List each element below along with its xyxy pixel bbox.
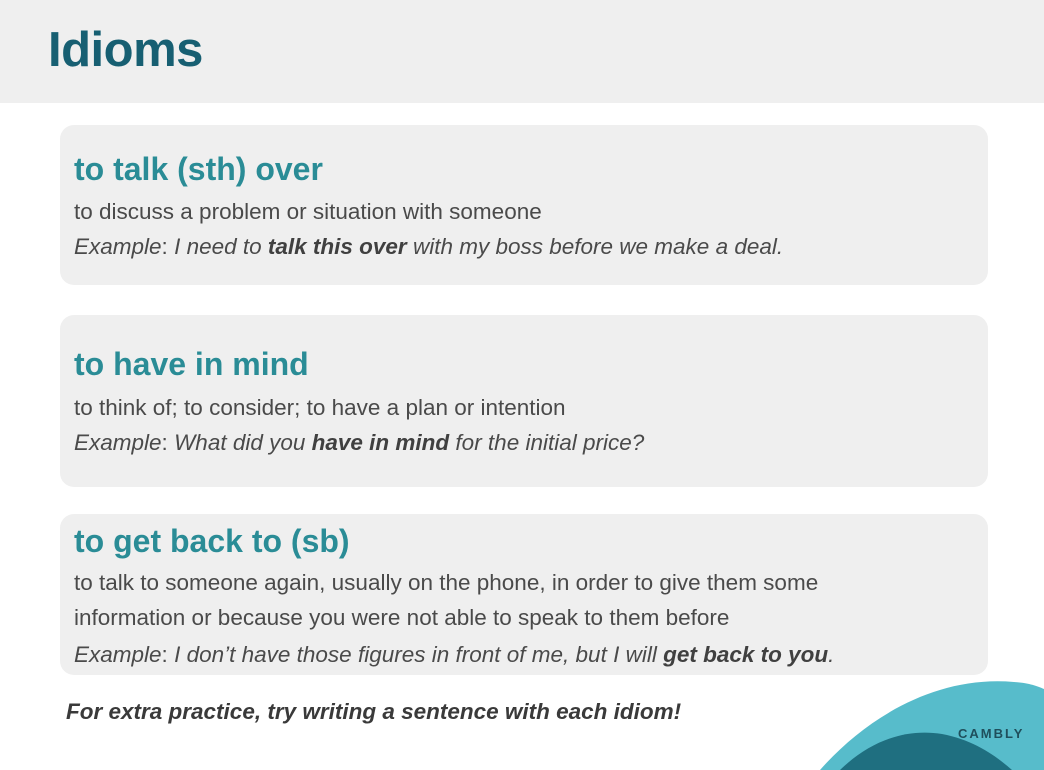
- example-label: Example: [74, 430, 162, 455]
- idiom-example: Example: I need to talk this over with m…: [74, 234, 784, 259]
- example-emphasis: talk this over: [267, 234, 407, 259]
- example-label: Example: [74, 234, 162, 259]
- idiom-example: Example: What did you have in mind for t…: [74, 430, 645, 455]
- example-label: Example: [74, 642, 162, 667]
- brand-wave-decoration: [820, 681, 1044, 770]
- brand-logo: CAMBLY: [958, 726, 1025, 741]
- example-emphasis: get back to you: [663, 642, 829, 667]
- example-text-before: I need to: [174, 234, 268, 259]
- idiom-card: to have in mind to think of; to consider…: [60, 315, 988, 487]
- idiom-card: to talk (sth) over to discuss a problem …: [60, 125, 988, 285]
- idiom-definition: to talk to someone again, usually on the…: [74, 565, 974, 635]
- idiom-term: to get back to (sb): [74, 523, 350, 559]
- idiom-term: to talk (sth) over: [74, 151, 323, 187]
- idiom-term: to have in mind: [74, 346, 309, 382]
- example-text-after: .: [828, 642, 835, 667]
- example-text-after: with my boss before we make a deal.: [406, 234, 784, 259]
- example-text-before: I don’t have those figures in front of m…: [174, 642, 664, 667]
- idiom-definition: to discuss a problem or situation with s…: [74, 199, 542, 224]
- example-text-after: for the initial price?: [449, 430, 645, 455]
- idiom-card: to get back to (sb) to talk to someone a…: [60, 514, 988, 675]
- idiom-definition-line: to talk to someone again, usually on the…: [74, 570, 819, 595]
- practice-note: For extra practice, try writing a senten…: [66, 699, 682, 724]
- slide: Idioms to talk (sth) over to discuss a p…: [0, 0, 1044, 770]
- idiom-example: Example: I don’t have those figures in f…: [74, 642, 835, 667]
- example-text-before: What did you: [174, 430, 312, 455]
- page-title: Idioms: [48, 23, 203, 77]
- idiom-definition: to think of; to consider; to have a plan…: [74, 395, 566, 420]
- idiom-definition-line: information or because you were not able…: [74, 605, 730, 630]
- example-emphasis: have in mind: [311, 430, 450, 455]
